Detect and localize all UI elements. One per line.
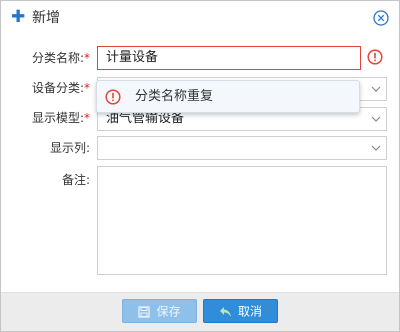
error-icon	[105, 89, 121, 105]
save-icon	[138, 305, 151, 318]
category-name-value: 计量设备	[106, 50, 159, 65]
tooltip-message: 分类名称重复	[135, 89, 214, 104]
display-columns-select[interactable]	[97, 136, 387, 160]
remarks-label: 备注:	[61, 173, 90, 187]
display-model-value: 油气管输设备	[106, 111, 185, 126]
chevron-down-icon[interactable]	[371, 84, 381, 94]
undo-icon	[219, 306, 231, 317]
category-name-label: 分类名称:*	[31, 51, 90, 65]
chevron-down-icon[interactable]	[371, 143, 381, 153]
chevron-down-icon[interactable]	[371, 114, 381, 124]
device-category-label: 设备分类:*	[31, 81, 90, 95]
cancel-button[interactable]: 取消	[203, 299, 278, 323]
error-icon	[367, 49, 383, 65]
remarks-textarea[interactable]	[97, 166, 387, 275]
display-model-label: 显示模型:*	[31, 111, 90, 125]
category-name-input[interactable]: 计量设备	[97, 46, 361, 70]
display-columns-label: 显示列:	[49, 141, 90, 155]
dialog-footer: 保存 取消	[1, 292, 399, 331]
dialog-title: 新增	[32, 10, 60, 26]
dialog-title-bar: ✚ 新增	[1, 1, 399, 35]
save-button[interactable]: 保存	[122, 299, 197, 323]
close-icon[interactable]	[373, 10, 389, 26]
add-dialog: ✚ 新增 分类名称:* 计量设备 设备分类:* 显示模型:* 油气管输设备 显示…	[0, 0, 400, 332]
plus-icon: ✚	[11, 7, 26, 27]
validation-tooltip: 分类名称重复	[96, 80, 360, 113]
